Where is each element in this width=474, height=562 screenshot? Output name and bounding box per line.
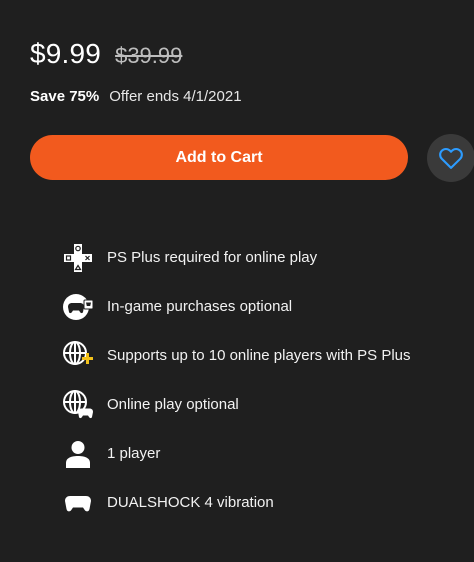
controller-icon [60, 485, 96, 521]
feature-label: Online play optional [107, 396, 239, 413]
current-price: $9.99 [30, 38, 102, 69]
save-percentage: Save 75% [30, 88, 100, 105]
feature-item: In-game purchases optional [60, 282, 411, 331]
feature-label: DUALSHOCK 4 vibration [107, 494, 274, 511]
heart-outline-icon [439, 147, 463, 169]
feature-label: In-game purchases optional [107, 298, 293, 315]
original-price: $39.99 [115, 43, 183, 68]
wishlist-button[interactable] [427, 134, 474, 182]
feature-item: Online play optional [60, 380, 411, 429]
feature-item: DUALSHOCK 4 vibration [60, 478, 411, 527]
feature-item: Supports up to 10 online players with PS… [60, 331, 411, 380]
online-play-icon [60, 387, 96, 423]
price-row: $9.99 $39.99 [30, 38, 182, 70]
ps-plus-icon [60, 240, 96, 276]
online-players-ps-plus-icon [60, 338, 96, 374]
offer-end-date: Offer ends 4/1/2021 [109, 88, 242, 105]
in-game-purchases-icon [60, 289, 96, 325]
feature-list: PS Plus required for online play In-game… [60, 233, 411, 527]
offer-row: Save 75% Offer ends 4/1/2021 [30, 88, 242, 105]
feature-label: PS Plus required for online play [107, 249, 318, 266]
player-icon [60, 436, 96, 472]
add-to-cart-button[interactable]: Add to Cart [30, 135, 408, 180]
feature-item: 1 player [60, 429, 411, 478]
feature-label: Supports up to 10 online players with PS… [107, 347, 411, 364]
feature-label: 1 player [107, 445, 161, 462]
feature-item: PS Plus required for online play [60, 233, 411, 282]
